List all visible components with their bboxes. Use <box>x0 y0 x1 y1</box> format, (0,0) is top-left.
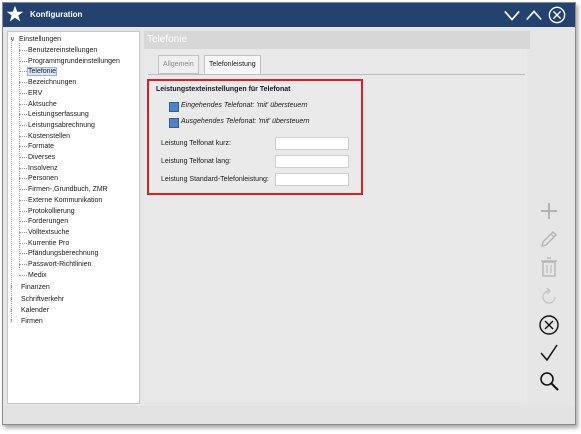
expand-icon[interactable]: › <box>10 307 16 315</box>
cancel-icon[interactable] <box>538 314 560 336</box>
add-icon[interactable] <box>538 200 560 222</box>
tab-telefonleistung[interactable]: Telefonleistung <box>204 55 261 74</box>
tree-item[interactable]: ERV <box>28 88 42 99</box>
titlebar: Konfiguration <box>3 3 575 27</box>
long-call-input[interactable] <box>275 155 349 168</box>
standard-call-input[interactable] <box>275 173 349 186</box>
status-bar <box>3 406 575 424</box>
window-title: Konfiguration <box>30 10 83 19</box>
tree-item[interactable]: Forderungen <box>28 216 68 227</box>
chevron-down-icon[interactable] <box>503 6 521 24</box>
tree-item[interactable]: Externe Kommunikation <box>28 195 102 206</box>
tree-item[interactable]: Kurrentie Pro <box>28 238 69 249</box>
search-icon[interactable] <box>538 370 560 392</box>
tree-item[interactable]: Kostenstellen <box>28 131 70 142</box>
confirm-icon[interactable] <box>538 342 560 364</box>
configuration-window: Konfiguration ∨ Einstellungen Benutzerei… <box>2 2 576 425</box>
star-icon <box>6 5 24 22</box>
tree-item[interactable]: Leistungserfassung <box>28 109 89 120</box>
tree-item[interactable]: Pfändungsberechnung <box>28 248 98 259</box>
tree-item[interactable]: Volltextsuche <box>28 227 69 238</box>
collapse-icon[interactable]: ∨ <box>10 36 16 44</box>
refresh-icon[interactable] <box>538 286 560 308</box>
tree-item[interactable]: Insolvenz <box>28 163 58 174</box>
telephony-settings-group: Leistungstexteinstellungen für Telefonat… <box>147 79 363 195</box>
tab-allgemein[interactable]: Allgemein <box>158 55 199 74</box>
edit-icon[interactable] <box>538 228 560 250</box>
chevron-up-icon[interactable] <box>525 6 543 24</box>
checkbox-checked-icon[interactable] <box>169 118 179 128</box>
expand-icon[interactable]: › <box>10 284 16 292</box>
tree-item[interactable]: Programmgrundeinstellungen <box>28 56 120 67</box>
tree-item[interactable]: Telefonie <box>26 66 58 77</box>
tab-bar: Allgemein Telefonleistung <box>148 54 525 75</box>
group-title: Leistungstexteinstellungen für Telefonat <box>156 86 291 93</box>
expand-icon[interactable]: › <box>10 296 16 304</box>
tree-item[interactable]: Leistungsabrechnung <box>28 120 95 131</box>
tree-item[interactable]: Medix <box>28 270 47 281</box>
page-title: Telefonie <box>144 31 530 49</box>
tree-item[interactable]: Passwort-Richtlinien <box>28 259 91 270</box>
tree-item[interactable]: Personen <box>28 173 58 184</box>
tree-item[interactable]: Bezeichnungen <box>28 77 76 88</box>
settings-tree[interactable]: ∨ Einstellungen Benutzereinstellungen Pro… <box>7 31 140 404</box>
tree-item[interactable]: Formate <box>28 141 54 152</box>
close-circle-icon[interactable] <box>548 6 566 24</box>
checkbox-checked-icon[interactable] <box>169 102 179 112</box>
tree-item[interactable]: Benutzereinstellungen <box>28 45 97 56</box>
content-area: Telefonie Allgemein Telefonleistung Leis… <box>144 31 530 402</box>
tree-item[interactable]: Firmen-,Grundbuch, ZMR <box>28 184 108 195</box>
tree-item[interactable]: Aktsuche <box>28 99 57 110</box>
short-call-input[interactable] <box>275 137 349 150</box>
tree-item[interactable]: Diverses <box>28 152 55 163</box>
expand-icon[interactable]: › <box>10 318 16 326</box>
delete-icon[interactable] <box>538 256 560 278</box>
tree-item[interactable]: Protokollierung <box>28 206 75 217</box>
